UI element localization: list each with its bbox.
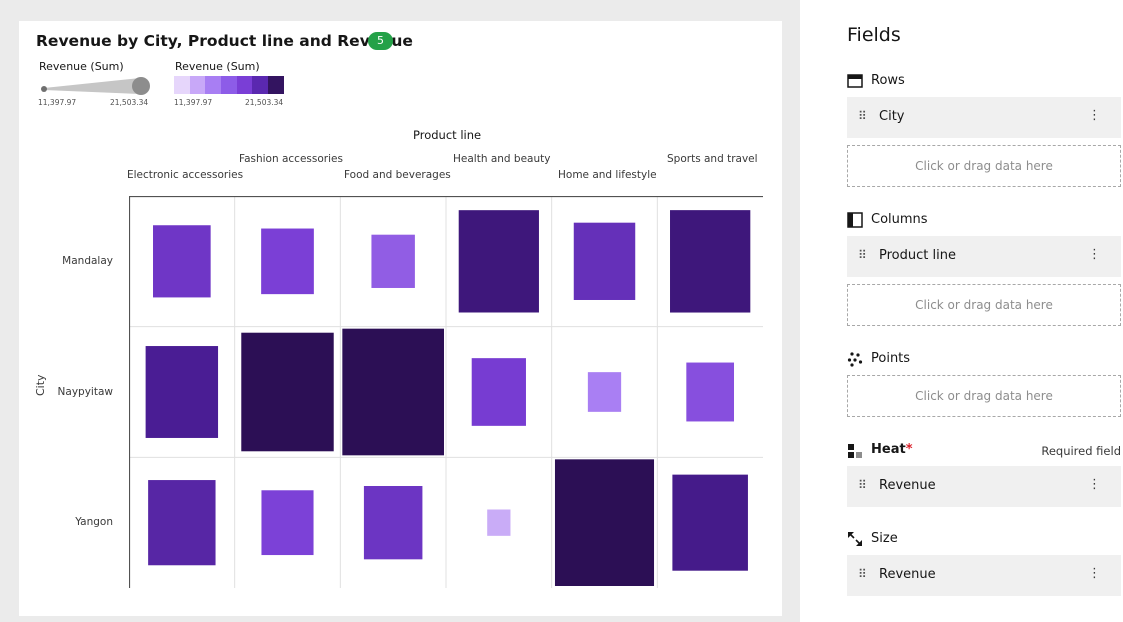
drag-handle-icon[interactable]: ⠿ <box>858 248 867 262</box>
rows-icon <box>847 74 863 88</box>
heat-cell[interactable] <box>670 210 751 313</box>
color-legend-swatch <box>252 76 269 94</box>
field-name: Revenue <box>879 567 936 582</box>
heat-cell[interactable] <box>145 346 219 438</box>
field-name: City <box>879 109 905 124</box>
heat-section-label: Heat* <box>871 442 913 457</box>
status-badge[interactable]: 5 <box>368 32 393 50</box>
size-section-label: Size <box>871 531 898 546</box>
heat-label-text: Heat <box>871 442 906 457</box>
color-legend-ramp <box>174 76 284 94</box>
heat-cell[interactable] <box>241 332 334 452</box>
column-label: Sports and travel <box>667 153 758 165</box>
color-legend-min: 11,397.97 <box>174 98 213 107</box>
columns-section-label: Columns <box>871 212 928 227</box>
size-legend-max: 21,503.34 <box>110 98 149 107</box>
rows-field-city[interactable]: ⠿ City ⋮ <box>847 97 1121 138</box>
size-field-revenue[interactable]: ⠿ Revenue ⋮ <box>847 555 1121 596</box>
heat-field-revenue[interactable]: ⠿ Revenue ⋮ <box>847 466 1121 507</box>
size-legend-title: Revenue (Sum) <box>39 60 124 73</box>
overflow-menu-icon[interactable]: ⋮ <box>1088 108 1101 123</box>
heatmap-plot <box>129 196 763 588</box>
column-axis-title: Product line <box>413 128 482 142</box>
heat-cell[interactable] <box>471 358 526 426</box>
heat-cell[interactable] <box>458 210 539 313</box>
overflow-menu-icon[interactable]: ⋮ <box>1088 477 1101 492</box>
drag-handle-icon[interactable]: ⠿ <box>858 567 867 581</box>
heat-cell[interactable] <box>487 509 511 536</box>
field-name: Product line <box>879 248 956 263</box>
color-legend-title: Revenue (Sum) <box>175 60 260 73</box>
heat-cell[interactable] <box>342 328 444 456</box>
drag-handle-icon[interactable]: ⠿ <box>858 109 867 123</box>
color-legend-swatch <box>174 76 190 94</box>
heat-cell[interactable] <box>686 362 735 422</box>
heat-cell[interactable] <box>261 490 314 556</box>
rows-dropzone[interactable]: Click or drag data here <box>847 145 1121 187</box>
heat-cell[interactable] <box>371 234 415 288</box>
heat-cell[interactable] <box>148 480 216 566</box>
column-label: Fashion accessories <box>239 153 343 165</box>
chart-title: Revenue by City, Product line and Revenu… <box>36 32 413 50</box>
column-label: Home and lifestyle <box>558 169 657 181</box>
heat-cell[interactable] <box>587 372 622 412</box>
required-field-note: Required field <box>1041 444 1121 458</box>
color-legend-swatch <box>268 76 284 94</box>
heat-cell[interactable] <box>573 222 636 300</box>
heat-cell[interactable] <box>672 474 748 571</box>
points-section-label: Points <box>871 351 911 366</box>
color-legend-swatch <box>189 76 206 94</box>
rows-section-label: Rows <box>871 73 905 88</box>
heat-icon <box>848 444 862 458</box>
points-icon <box>847 352 863 367</box>
size-legend-min: 11,397.97 <box>38 98 77 107</box>
columns-icon <box>847 212 863 228</box>
heat-cell[interactable] <box>554 459 655 586</box>
color-legend-swatch <box>205 76 222 94</box>
required-asterisk: * <box>905 442 913 457</box>
heat-cell[interactable] <box>261 228 314 295</box>
color-legend-swatch <box>221 76 237 94</box>
row-axis-title: City <box>34 374 47 396</box>
overflow-menu-icon[interactable]: ⋮ <box>1088 247 1101 262</box>
heat-cell[interactable] <box>363 486 423 560</box>
column-label: Food and beverages <box>344 169 451 181</box>
field-name: Revenue <box>879 478 936 493</box>
color-legend-swatch <box>236 76 253 94</box>
columns-dropzone[interactable]: Click or drag data here <box>847 284 1121 326</box>
size-icon <box>848 532 862 546</box>
overflow-menu-icon[interactable]: ⋮ <box>1088 566 1101 581</box>
heat-cell[interactable] <box>153 225 211 298</box>
column-label: Electronic accessories <box>127 169 244 181</box>
row-label: Mandalay <box>62 255 113 267</box>
row-label: Naypyitaw <box>57 386 113 398</box>
size-legend-graphic <box>41 77 150 95</box>
points-dropzone[interactable]: Click or drag data here <box>847 375 1121 417</box>
panel-title: Fields <box>847 24 901 46</box>
columns-field-product-line[interactable]: ⠿ Product line ⋮ <box>847 236 1121 277</box>
color-legend-max: 21,503.34 <box>245 98 284 107</box>
drag-handle-icon[interactable]: ⠿ <box>858 478 867 492</box>
column-label: Health and beauty <box>453 153 551 165</box>
row-label: Yangon <box>75 516 113 528</box>
